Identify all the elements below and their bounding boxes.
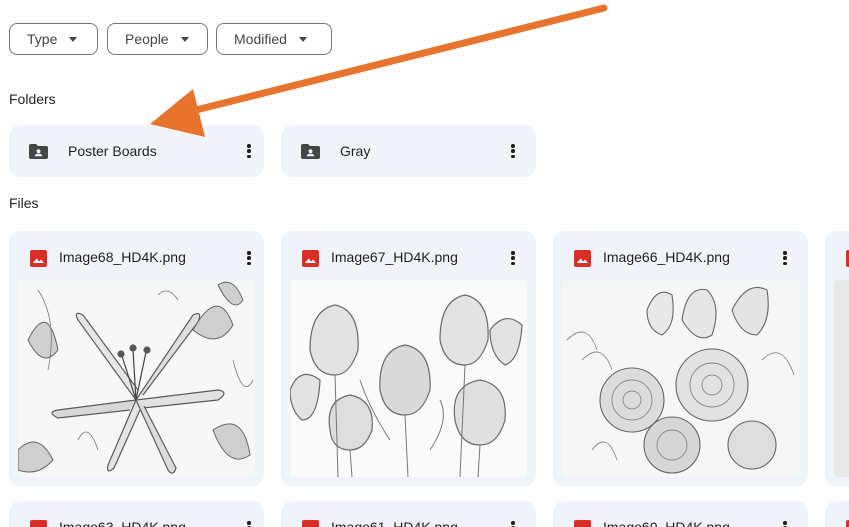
more-actions-icon[interactable] — [241, 518, 257, 527]
folders-heading: Folders — [9, 91, 56, 107]
more-actions-icon[interactable] — [777, 248, 793, 268]
image-file-icon — [30, 250, 47, 267]
more-actions-icon[interactable] — [241, 248, 257, 268]
dropdown-arrow-icon — [69, 36, 78, 42]
file-name: Image63_HD4K.png — [59, 519, 186, 527]
more-actions-icon[interactable] — [505, 248, 521, 268]
filter-modified-label: Modified — [234, 31, 287, 47]
filter-people-label: People — [125, 31, 169, 47]
shared-folder-icon — [301, 144, 320, 159]
folder-name: Poster Boards — [68, 143, 157, 159]
filter-modified-chip[interactable]: Modified — [216, 23, 332, 55]
file-card[interactable]: Image63_HD4K.png — [9, 501, 264, 527]
image-file-icon — [302, 520, 319, 527]
shared-folder-icon — [29, 144, 48, 159]
file-name: Image67_HD4K.png — [331, 249, 458, 265]
file-thumbnail — [18, 280, 255, 477]
file-card[interactable]: Image68_HD4K.png — [9, 231, 264, 486]
filter-type-chip[interactable]: Type — [9, 23, 98, 55]
file-card-partial[interactable] — [825, 501, 849, 527]
more-actions-icon[interactable] — [505, 518, 521, 527]
folder-card-gray[interactable]: Gray — [281, 125, 536, 177]
more-actions-icon[interactable] — [505, 141, 521, 161]
dropdown-arrow-icon — [298, 36, 307, 42]
file-name: Image68_HD4K.png — [59, 249, 186, 265]
more-actions-icon[interactable] — [777, 518, 793, 527]
folder-card-poster-boards[interactable]: Poster Boards — [9, 125, 264, 177]
more-actions-icon[interactable] — [241, 141, 257, 161]
file-card[interactable]: Image60_HD4K.png — [553, 501, 808, 527]
file-card[interactable]: Image61_HD4K.png — [281, 501, 536, 527]
file-name: Image61_HD4K.png — [331, 519, 458, 527]
filter-type-label: Type — [27, 31, 58, 47]
image-file-icon — [30, 520, 47, 527]
dropdown-arrow-icon — [180, 36, 189, 42]
file-name: Image66_HD4K.png — [603, 249, 730, 265]
image-file-icon — [302, 250, 319, 267]
file-card-partial[interactable] — [825, 231, 849, 486]
drive-page: Type People Modified Folders Poster Boar… — [0, 0, 849, 527]
file-thumbnail — [562, 280, 799, 477]
peony-sketch-image — [562, 280, 799, 477]
file-thumbnail — [834, 280, 849, 477]
tulip-sketch-image — [290, 280, 527, 477]
files-heading: Files — [9, 195, 39, 211]
lily-sketch-image — [18, 280, 255, 477]
file-thumbnail — [290, 280, 527, 477]
filter-people-chip[interactable]: People — [107, 23, 208, 55]
file-card[interactable]: Image66_HD4K.png — [553, 231, 808, 486]
image-file-icon — [574, 250, 591, 267]
file-card[interactable]: Image67_HD4K.png — [281, 231, 536, 486]
image-file-icon — [574, 520, 591, 527]
file-name: Image60_HD4K.png — [603, 519, 730, 527]
folder-name: Gray — [340, 143, 371, 159]
